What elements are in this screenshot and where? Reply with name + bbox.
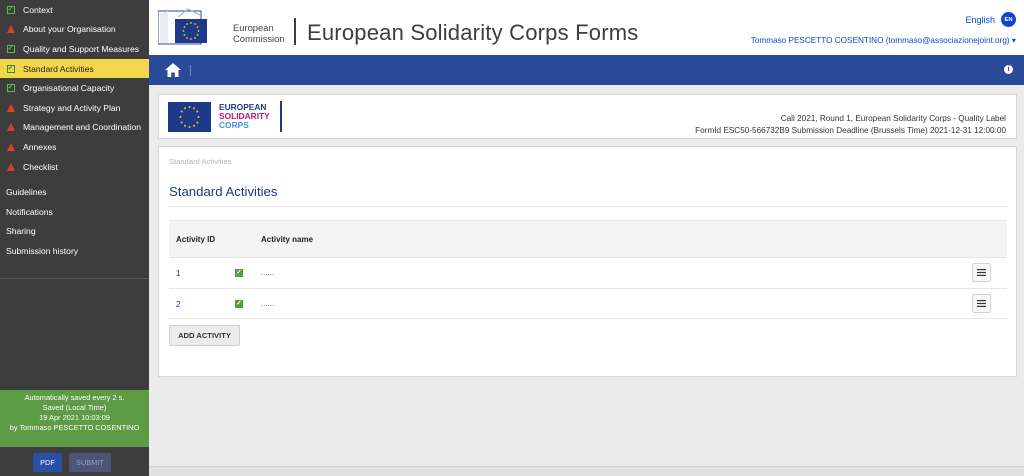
warning-icon xyxy=(6,103,15,112)
header-activity-id: Activity ID xyxy=(176,234,216,244)
ec-line1: European xyxy=(233,22,274,33)
autosave-interval: Automatically saved every 2 s. xyxy=(24,393,125,402)
sidebar-item-context[interactable]: ✓ Context xyxy=(0,0,149,20)
complete-check-icon: ✓ xyxy=(235,300,243,308)
autosave-panel: Automatically saved every 2 s. Saved (Lo… xyxy=(0,390,149,447)
sidebar-item-label: Strategy and Activity Plan xyxy=(23,102,121,113)
app-title: European Solidarity Corps Forms xyxy=(307,20,639,45)
toolbar-divider xyxy=(190,65,191,76)
sidebar-item-organisational-capacity[interactable]: ✓ Organisational Capacity xyxy=(0,78,149,98)
call-deadline: FormId ESC50-566732B9 Submission Deadlin… xyxy=(695,126,1006,135)
language-switcher[interactable]: English EN xyxy=(965,12,1016,27)
hamburger-menu-icon xyxy=(977,269,986,276)
table-row: 2 ✓...... xyxy=(169,288,1007,319)
table-body: 1 ✓...... 2 ✓...... xyxy=(169,257,1007,319)
breadcrumb[interactable]: Standard Activities xyxy=(169,157,231,166)
esc-divider xyxy=(280,101,282,132)
header-divider xyxy=(294,18,296,45)
sidebar-links: Guidelines Notifications Sharing Submission… xyxy=(0,182,149,260)
warning-icon xyxy=(6,142,15,151)
warning-triangle-icon xyxy=(6,162,15,171)
language-label[interactable]: English xyxy=(965,15,995,25)
call-round: Call 2021, Round 1, European Solidarity … xyxy=(780,114,1006,123)
activity-name: ...... xyxy=(261,268,275,277)
header-activity-name: Activity name xyxy=(261,234,314,244)
sidebar-divider xyxy=(0,278,149,279)
warning-triangle-icon xyxy=(6,25,15,34)
autosave-user: by Tommaso PESCETTO COSENTINO xyxy=(9,423,140,432)
sidebar-item-label: Management and Coordination xyxy=(23,122,142,133)
sidebar-link-guidelines[interactable]: Guidelines xyxy=(0,182,149,202)
check-icon: ✓ xyxy=(6,5,15,14)
sidebar-link-submission-history[interactable]: Submission history xyxy=(0,241,149,261)
sidebar-link-sharing[interactable]: Sharing xyxy=(0,222,149,242)
autosave-saved-label: Saved (Local Time) xyxy=(42,403,107,412)
sidebar-item-about-your-organisation[interactable]: About your Organisation xyxy=(0,20,149,40)
ec-wordmark: European Commission xyxy=(233,22,285,44)
call-info: Call 2021, Round 1, European Solidarity … xyxy=(695,113,1006,137)
check-icon: ✓ xyxy=(6,44,15,53)
add-activity-button[interactable]: ADD ACTIVITY xyxy=(169,325,240,346)
home-icon[interactable] xyxy=(165,63,181,77)
sidebar-item-label: Annexes xyxy=(23,141,57,152)
table-row: 1 ✓...... xyxy=(169,257,1007,288)
warning-icon xyxy=(6,162,15,171)
pdf-button[interactable]: PDF xyxy=(33,453,62,472)
check-box-icon: ✓ xyxy=(6,64,15,73)
sidebar-item-label: Standard Activities xyxy=(23,63,94,74)
warning-icon xyxy=(6,25,15,34)
activity-id[interactable]: 1 xyxy=(176,269,180,278)
sidebar-item-quality-and-support-measures[interactable]: ✓ Quality and Support Measures xyxy=(0,39,149,59)
language-badge[interactable]: EN xyxy=(1001,12,1016,27)
autosave-timestamp: 19 Apr 2021 10:03:09 xyxy=(39,413,110,422)
activities-table: Activity ID Activity name 1 ✓...... 2 ✓....… xyxy=(169,220,1007,319)
check-box-icon: ✓ xyxy=(6,5,15,14)
sidebar-item-label: Context xyxy=(23,4,53,15)
call-panel: EUROPEAN SOLIDARITY CORPS Call 2021, Rou… xyxy=(158,94,1017,139)
sidebar-actions: PDF SUBMIT xyxy=(0,450,149,476)
complete-check-icon: ✓ xyxy=(235,269,243,277)
sidebar-item-strategy-and-activity-plan[interactable]: Strategy and Activity Plan xyxy=(0,98,149,118)
warning-icon xyxy=(6,123,15,132)
table-header: Activity ID Activity name xyxy=(169,220,1007,257)
title-divider xyxy=(169,206,1007,207)
row-menu-button[interactable] xyxy=(972,294,991,313)
sidebar-item-label: Checklist xyxy=(23,161,58,172)
info-icon[interactable]: i xyxy=(1004,65,1013,74)
esc-flag-icon xyxy=(168,102,211,132)
page-title: Standard Activities xyxy=(169,184,278,199)
submit-button[interactable]: SUBMIT xyxy=(69,453,111,472)
check-box-icon: ✓ xyxy=(6,44,15,53)
sidebar-item-label: About your Organisation xyxy=(23,24,116,35)
check-icon: ✓ xyxy=(6,84,15,93)
activity-name: ...... xyxy=(261,299,275,308)
check-box-icon: ✓ xyxy=(6,84,15,93)
user-menu[interactable]: Tommaso PESCETTO COSENTINO (tommaso@asso… xyxy=(751,35,1016,45)
eu-flag-icon[interactable] xyxy=(158,7,209,45)
warning-triangle-icon xyxy=(6,103,15,112)
sidebar-item-label: Organisational Capacity xyxy=(23,83,115,94)
sidebar-link-notifications[interactable]: Notifications xyxy=(0,202,149,222)
check-icon: ✓ xyxy=(6,64,15,73)
sidebar-item-management-and-coordination[interactable]: Management and Coordination xyxy=(0,118,149,138)
main-card: Standard Activities Standard Activities … xyxy=(158,146,1017,377)
esc-line3: CORPS xyxy=(219,120,249,130)
row-menu-button[interactable] xyxy=(972,263,991,282)
sidebar-item-label: Quality and Support Measures xyxy=(23,43,140,54)
sidebar-item-checklist[interactable]: Checklist xyxy=(0,157,149,177)
sidebar-sections: ✓ Context About your Organisation ✓ Quality … xyxy=(0,0,149,176)
hamburger-menu-icon xyxy=(977,300,986,307)
sidebar-item-annexes[interactable]: Annexes xyxy=(0,137,149,157)
ec-line2: Commission xyxy=(233,32,285,44)
toolbar: i xyxy=(149,55,1024,85)
footer-strip xyxy=(149,466,1024,476)
warning-triangle-icon xyxy=(6,123,15,132)
activity-id[interactable]: 2 xyxy=(176,300,180,309)
header: European Commission European Solidarity … xyxy=(149,0,1024,55)
sidebar-item-standard-activities[interactable]: ✓ Standard Activities xyxy=(0,58,149,79)
esc-wordmark: EUROPEAN SOLIDARITY CORPS xyxy=(219,103,270,130)
warning-triangle-icon xyxy=(6,142,15,151)
sidebar: ✓ Context About your Organisation ✓ Quality … xyxy=(0,0,149,476)
